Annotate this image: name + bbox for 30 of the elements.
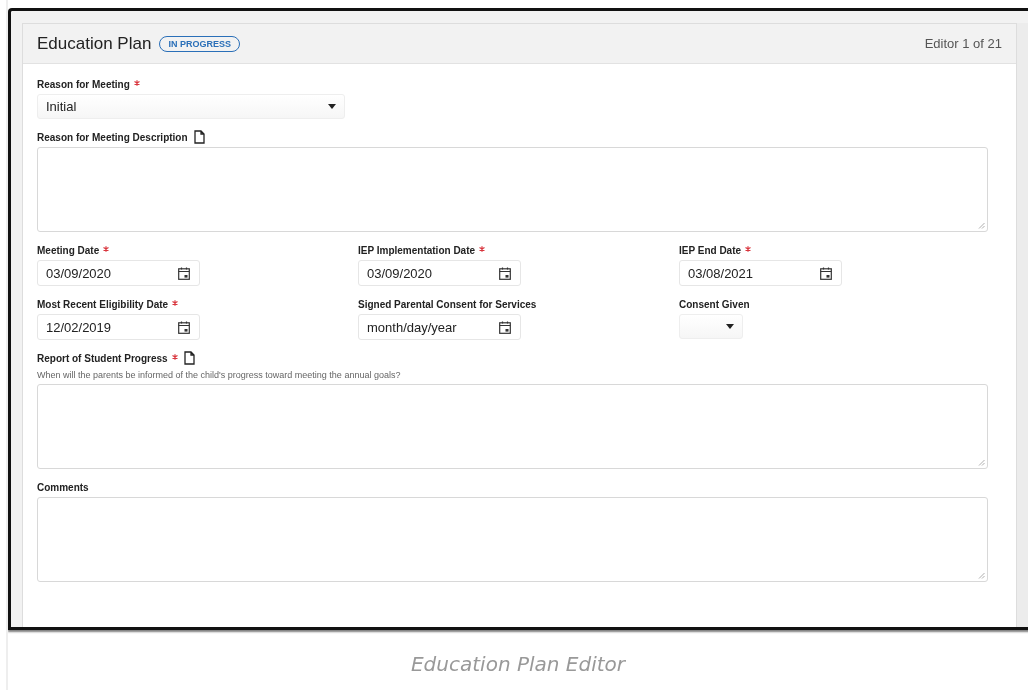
field-label: Comments xyxy=(37,481,89,493)
calendar-icon[interactable] xyxy=(178,266,190,280)
resize-grip-icon[interactable] xyxy=(978,222,985,229)
date-field[interactable]: month/day/year xyxy=(358,314,521,340)
field-label: IEP End Date xyxy=(679,244,742,256)
document-icon[interactable] xyxy=(183,351,195,365)
date-field[interactable]: 03/09/2020 xyxy=(37,260,200,286)
editor-counter: Editor 1 of 21 xyxy=(924,36,1002,51)
date-field[interactable]: 03/09/2020 xyxy=(358,260,521,286)
field-label: Signed Parental Consent for Services xyxy=(358,298,537,310)
calendar-icon[interactable] xyxy=(499,266,511,280)
resize-grip-icon[interactable] xyxy=(978,572,985,579)
calendar-icon[interactable] xyxy=(499,320,511,334)
resize-grip-icon[interactable] xyxy=(978,459,985,466)
date-field[interactable]: 12/02/2019 xyxy=(37,314,200,340)
field-label: Reason for Meeting xyxy=(37,78,130,90)
field-label: IEP Implementation Date xyxy=(358,244,476,256)
field-label: Reason for Meeting Description xyxy=(37,131,188,143)
figure-caption: Education Plan Editor xyxy=(410,652,627,676)
field-label: Consent Given xyxy=(679,298,750,310)
page-title: Education Plan xyxy=(37,33,152,54)
document-icon[interactable] xyxy=(193,130,205,144)
field-label: Report of Student Progress xyxy=(37,352,168,364)
calendar-icon[interactable] xyxy=(178,320,190,334)
field-hint: When will the parents be informed of the child's progress toward meeting the annual goals? xyxy=(37,370,402,380)
reason-dropdown[interactable]: Initial xyxy=(37,94,345,119)
calendar-icon[interactable] xyxy=(820,266,832,280)
date-field[interactable]: 03/08/2021 xyxy=(679,260,842,286)
field-label: Meeting Date xyxy=(37,244,100,256)
field-label: Most Recent Eligibility Date xyxy=(37,298,169,310)
